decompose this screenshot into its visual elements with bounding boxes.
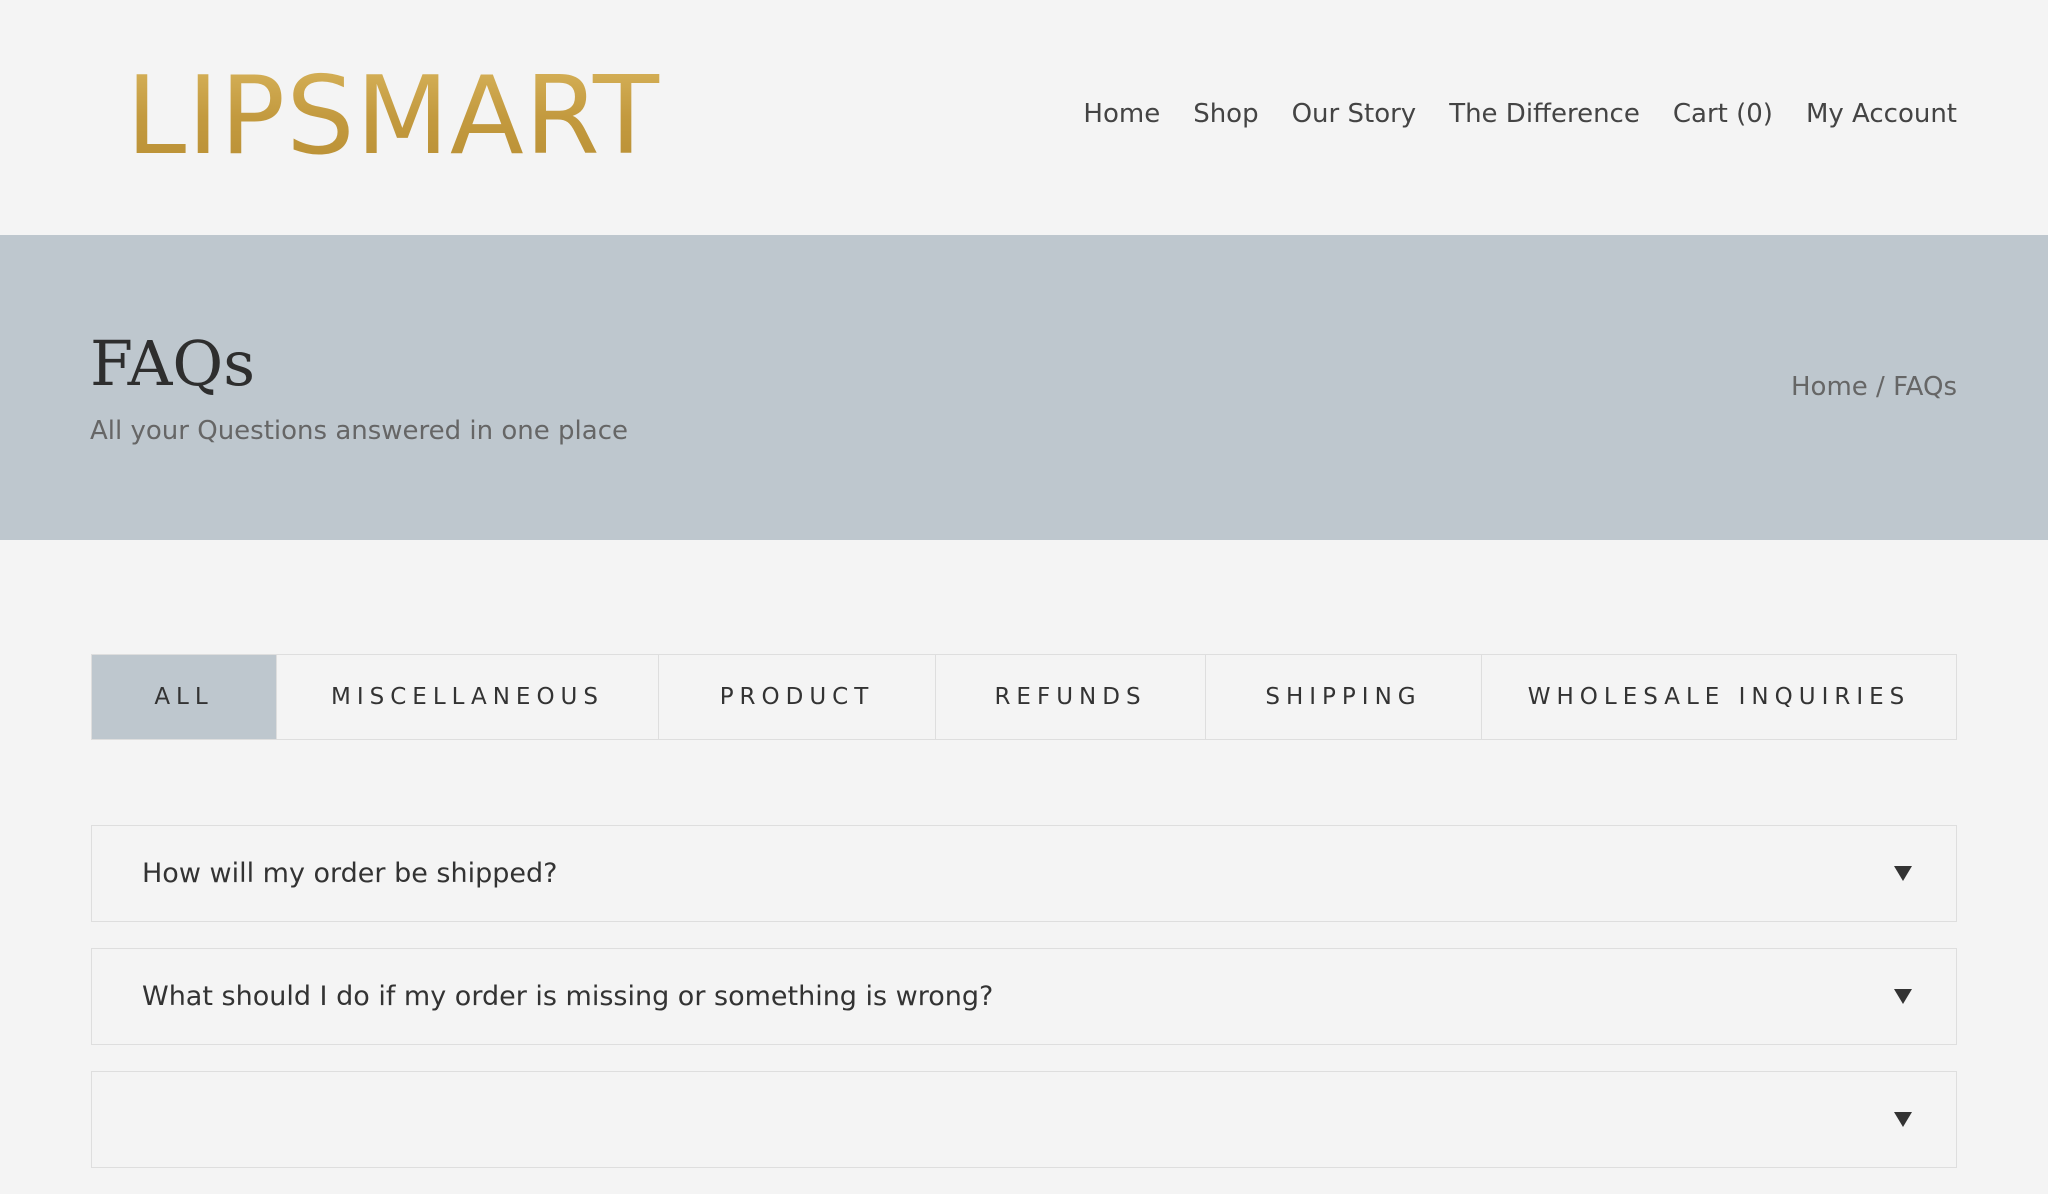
faq-category-tabs: ALL MISCELLANEOUS PRODUCT REFUNDS SHIPPI… [91, 654, 1957, 740]
nav-item-my-account[interactable]: My Account [1806, 94, 1957, 134]
caret-down-icon[interactable] [1894, 989, 1912, 1004]
caret-down-icon[interactable] [1894, 1112, 1912, 1127]
faq-question: What should I do if my order is missing … [142, 980, 994, 1012]
faq-item[interactable]: How will my order be shipped? [91, 825, 1957, 922]
page-title: FAQs [90, 327, 256, 400]
site-header: LIPSMART Home Shop Our Story The Differe… [0, 0, 2048, 235]
faq-question: How will my order be shipped? [142, 857, 558, 889]
caret-down-icon[interactable] [1894, 866, 1912, 881]
nav-item-home[interactable]: Home [1083, 94, 1160, 134]
breadcrumb-current: FAQs [1893, 372, 1957, 402]
breadcrumb: Home / FAQs [1791, 369, 1957, 405]
faq-list: How will my order be shipped? What shoul… [91, 825, 1957, 1194]
nav-item-our-story[interactable]: Our Story [1292, 94, 1417, 134]
main-nav: Home Shop Our Story The Difference Cart … [1083, 94, 1957, 134]
tab-wholesale-inquiries[interactable]: WHOLESALE INQUIRIES [1482, 655, 1956, 739]
nav-item-shop[interactable]: Shop [1193, 94, 1258, 134]
tab-shipping[interactable]: SHIPPING [1206, 655, 1482, 739]
breadcrumb-home-link[interactable]: Home [1791, 372, 1868, 402]
tab-miscellaneous[interactable]: MISCELLANEOUS [277, 655, 659, 739]
tab-all[interactable]: ALL [92, 655, 277, 739]
nav-item-the-difference[interactable]: The Difference [1449, 94, 1640, 134]
site-logo[interactable]: LIPSMART [126, 58, 660, 176]
page-title-banner: FAQs All your Questions answered in one … [0, 235, 2048, 540]
nav-item-cart[interactable]: Cart (0) [1673, 94, 1773, 134]
breadcrumb-separator: / [1867, 372, 1894, 402]
tab-refunds[interactable]: REFUNDS [936, 655, 1206, 739]
tab-product[interactable]: PRODUCT [659, 655, 936, 739]
faq-item[interactable]: What should I do if my order is missing … [91, 948, 1957, 1045]
page-subtitle: All your Questions answered in one place [90, 416, 628, 446]
faq-item[interactable] [91, 1071, 1957, 1168]
